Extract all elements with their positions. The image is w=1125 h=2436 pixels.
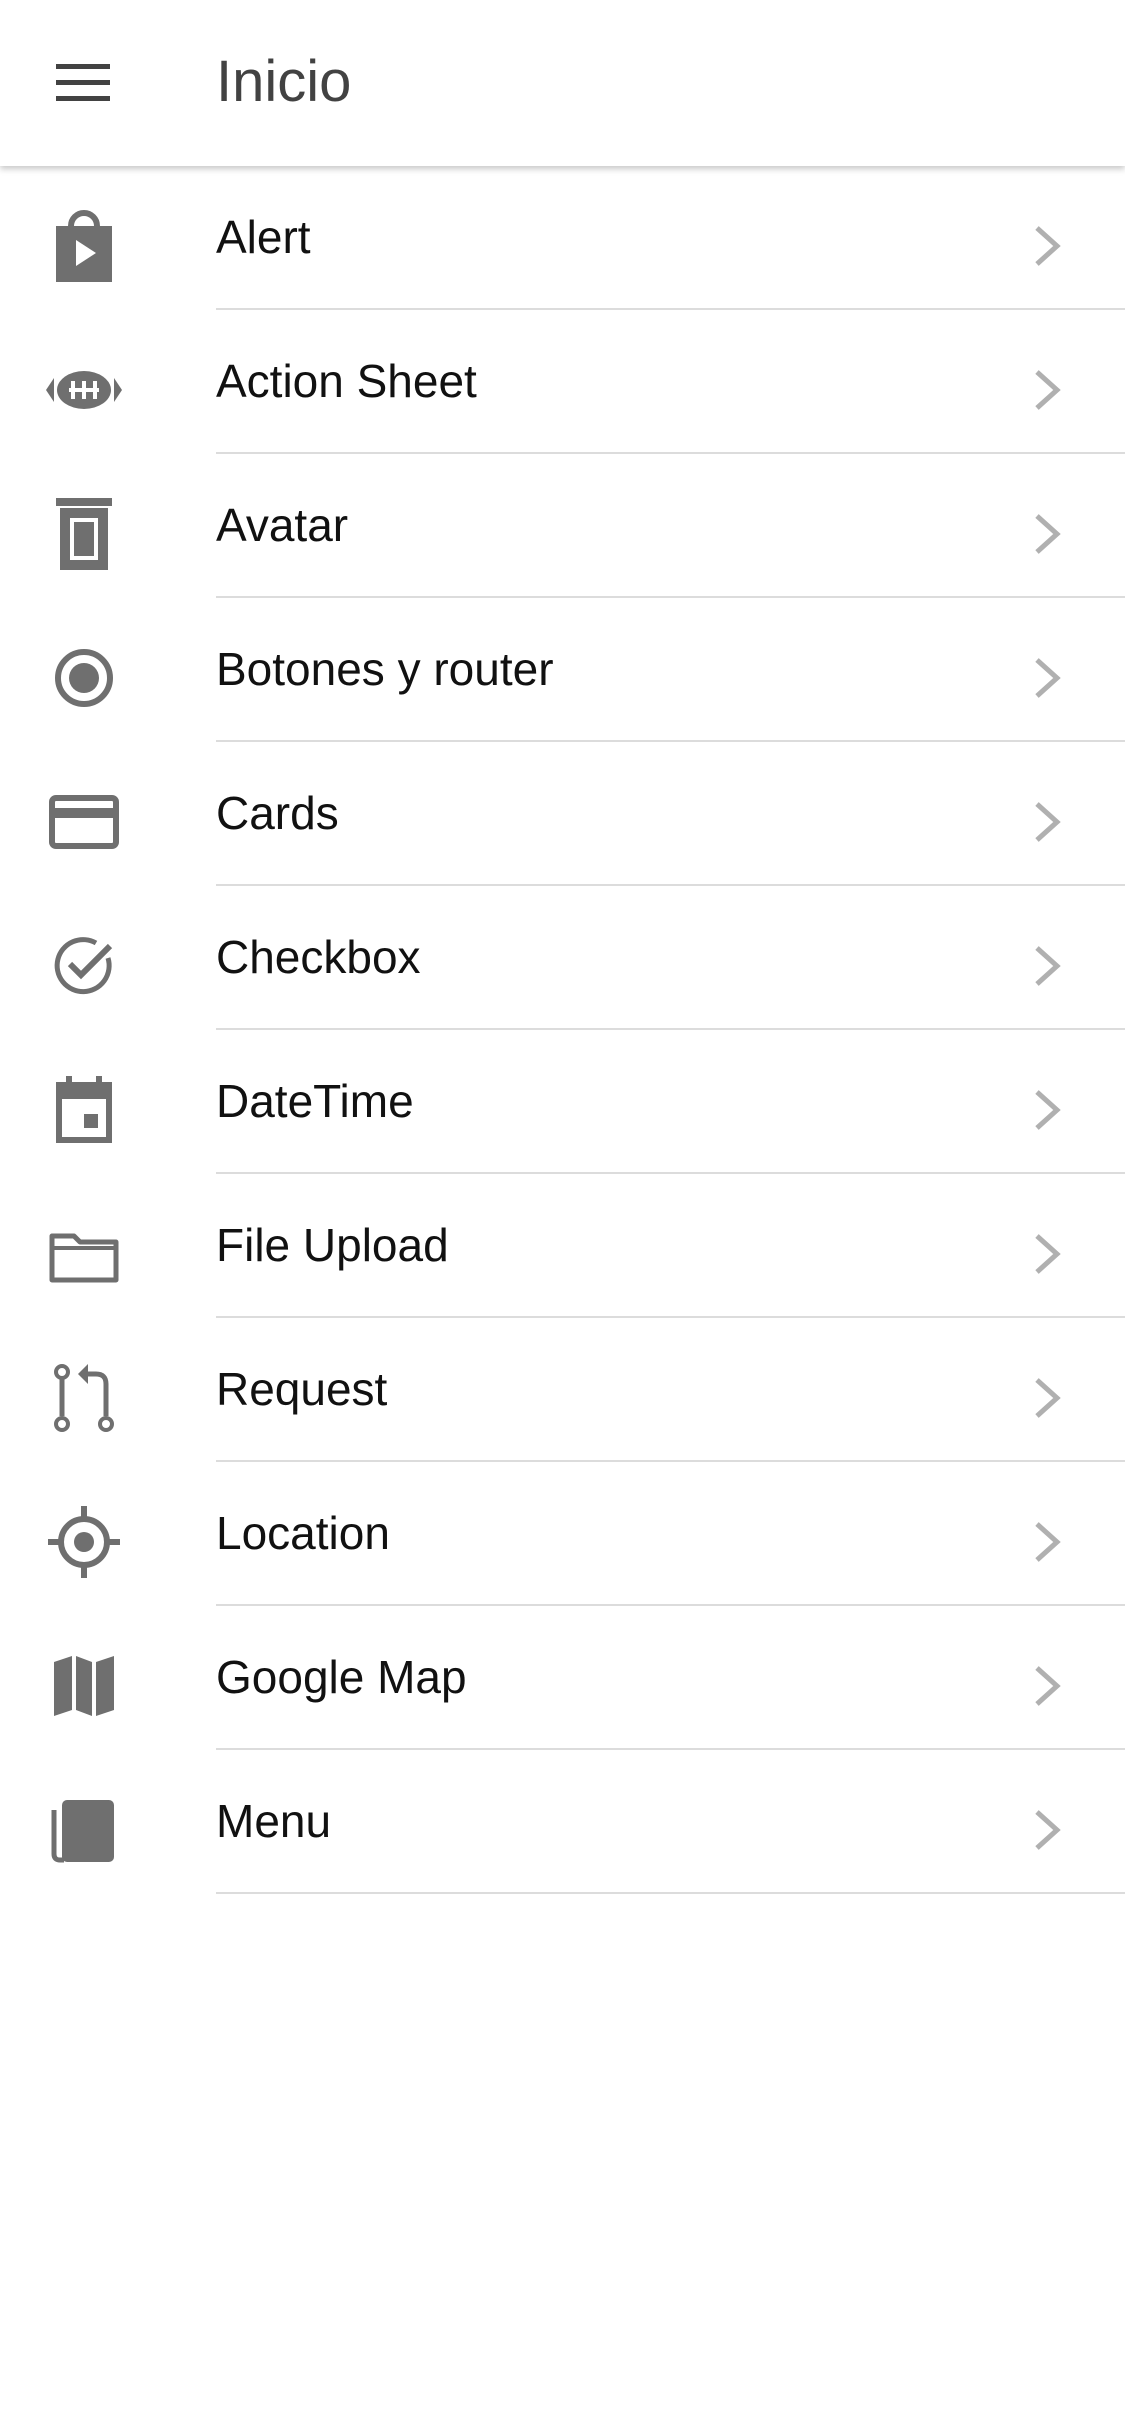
delete-bin-icon [56, 498, 112, 570]
item-label: Checkbox [216, 931, 421, 983]
list-item-location[interactable]: Location [0, 1462, 1125, 1606]
locate-icon [48, 1506, 120, 1578]
folder-icon [49, 1233, 119, 1283]
chevron-right-icon [1035, 1234, 1061, 1274]
list-item-action-sheet[interactable]: Action Sheet [0, 310, 1125, 454]
chevron-right-icon [1035, 1666, 1061, 1706]
list-item-file-upload[interactable]: File Upload [0, 1174, 1125, 1318]
credit-card-icon [49, 795, 119, 849]
menu-button[interactable] [36, 44, 132, 122]
item-label: Alert [216, 211, 311, 263]
list-item-google-map[interactable]: Google Map [0, 1606, 1125, 1750]
list-item-datetime[interactable]: DateTime [0, 1030, 1125, 1174]
chevron-right-icon [1035, 370, 1061, 410]
chevron-right-icon [1035, 1090, 1061, 1130]
chevron-right-icon [1035, 1810, 1061, 1850]
menu-list: Alert Action Sheet Avatar Botones y rout… [0, 166, 1125, 1894]
git-pull-request-icon [54, 1364, 114, 1432]
calendar-icon [56, 1076, 112, 1143]
chevron-right-icon [1035, 226, 1061, 266]
chevron-right-icon [1035, 946, 1061, 986]
football-icon [46, 371, 122, 409]
hamburger-menu-icon [56, 64, 110, 101]
chevron-right-icon [1035, 1522, 1061, 1562]
app-header: Inicio [0, 0, 1125, 166]
item-label: Botones y router [216, 643, 554, 695]
chevron-right-icon [1035, 514, 1061, 554]
item-label: Menu [216, 1795, 332, 1847]
list-item-alert[interactable]: Alert [0, 166, 1125, 310]
radio-button-icon [55, 649, 113, 707]
list-item-avatar[interactable]: Avatar [0, 454, 1125, 598]
chevron-right-icon [1035, 802, 1061, 842]
item-label: Location [216, 1507, 390, 1559]
item-label: DateTime [216, 1075, 414, 1127]
copy-icon [51, 1800, 114, 1863]
list-item-request[interactable]: Request [0, 1318, 1125, 1462]
list-item-botones-y-router[interactable]: Botones y router [0, 598, 1125, 742]
map-icon [54, 1656, 114, 1716]
shopping-bag-play-icon [56, 210, 112, 282]
item-label: Action Sheet [216, 355, 477, 407]
page-title: Inicio [216, 49, 352, 114]
item-label: Avatar [216, 499, 349, 551]
list-item-cards[interactable]: Cards [0, 742, 1125, 886]
item-label: File Upload [216, 1219, 449, 1271]
list-item-menu[interactable]: Menu [0, 1750, 1125, 1894]
check-circle-icon [54, 937, 113, 995]
list-item-checkbox[interactable]: Checkbox [0, 886, 1125, 1030]
chevron-right-icon [1035, 1378, 1061, 1418]
item-label: Google Map [216, 1651, 467, 1703]
chevron-right-icon [1035, 658, 1061, 698]
item-label: Request [216, 1363, 388, 1415]
item-label: Cards [216, 787, 339, 839]
